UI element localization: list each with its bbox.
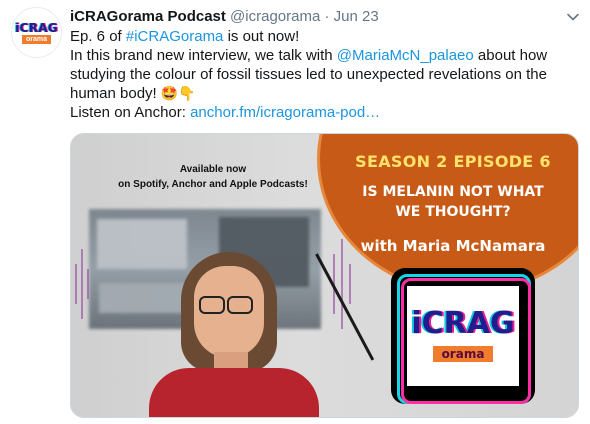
pointing-down-emoji-icon: 👇	[178, 85, 196, 101]
tweet[interactable]: iCRAG orama iCRAGorama Podcast @icragora…	[0, 0, 590, 424]
tweet-line-1: Ep. 6 of #iCRAGorama is out now!	[70, 28, 300, 45]
avatar-logo-text: iCRAG	[15, 21, 58, 35]
waveform-bar	[87, 269, 89, 299]
logo-subtitle: orama	[433, 346, 493, 362]
tweet-line-3: studying the colour of fossil tissues le…	[70, 66, 547, 83]
tweet-text: Ep. 6 of #iCRAGorama is out now! In this…	[70, 27, 576, 122]
separator: ·	[324, 8, 330, 25]
timestamp[interactable]: Jun 23	[334, 8, 379, 25]
waveform-bar	[75, 264, 77, 304]
mention-link[interactable]: @MariaMcN_palaeo	[337, 47, 474, 64]
guest-name: with Maria McNamara	[360, 237, 546, 255]
logo-title: iCRAG	[411, 306, 515, 341]
podcast-logo: iCRAG orama	[391, 268, 535, 404]
episode-title-line-1: IS MELANIN NOT WHAT	[362, 184, 544, 200]
tweet-line-5: Listen on Anchor: anchor.fm/icragorama-p…	[70, 104, 381, 121]
tweet-line-2: In this brand new interview, we talk wit…	[70, 47, 548, 64]
chevron-down-icon[interactable]	[566, 10, 580, 24]
episode-title-line-2: WE THOUGHT?	[395, 204, 511, 220]
display-name[interactable]: iCRAGorama Podcast	[70, 8, 226, 25]
avatar[interactable]: iCRAG orama	[11, 7, 62, 58]
availability-text: Available now on Spotify, Anchor and App…	[118, 164, 308, 190]
season-episode-label: SEASON 2 EPISODE 6	[355, 152, 551, 171]
waveform-bar	[349, 264, 351, 304]
anchor-link[interactable]: anchor.fm/icragorama-pod…	[190, 104, 380, 121]
waveform-bar	[81, 249, 83, 319]
tweet-header: iCRAGorama Podcast @icragorama · Jun 23	[70, 7, 379, 27]
speaker-photo	[119, 244, 375, 417]
avatar-logo-subtext: orama	[22, 35, 51, 44]
hashtag-link[interactable]: #iCRAGorama	[126, 28, 224, 45]
media-image[interactable]: Available now on Spotify, Anchor and App…	[70, 133, 579, 418]
handle[interactable]: @icragorama	[230, 8, 320, 25]
tweet-line-4: human body! 🤩👇	[70, 85, 196, 102]
star-struck-emoji-icon: 🤩	[160, 85, 179, 101]
